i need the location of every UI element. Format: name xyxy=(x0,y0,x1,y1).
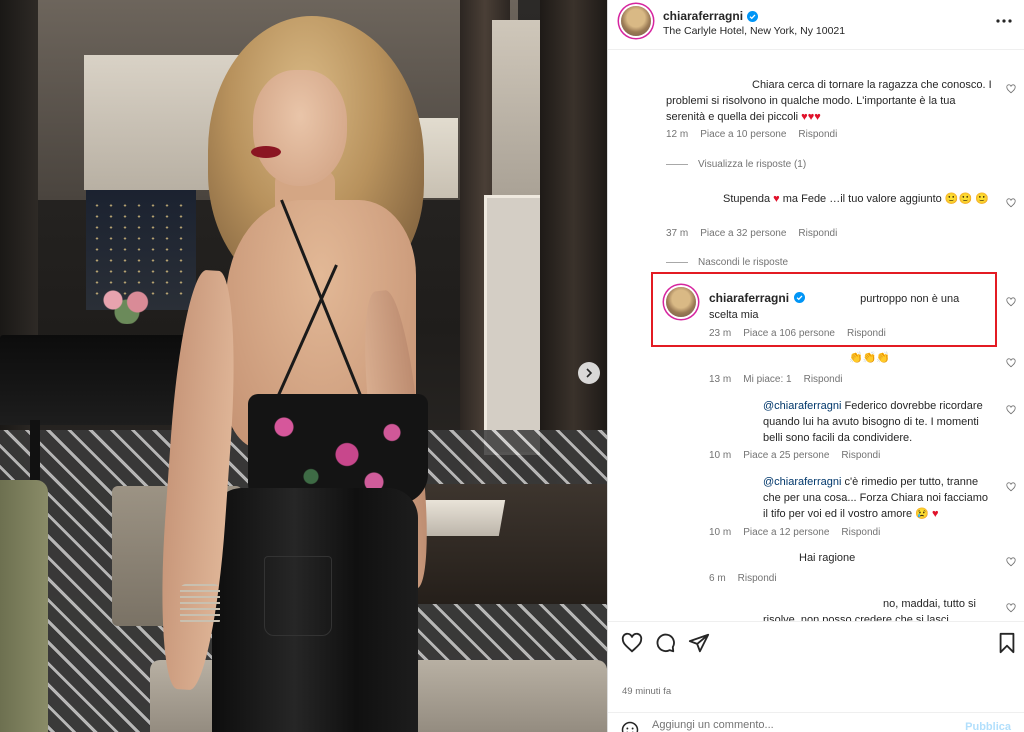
photo-curtain xyxy=(540,0,607,500)
reply-likes[interactable]: Piace a 106 persone xyxy=(743,328,835,339)
emoji: 😢 xyxy=(915,508,929,520)
view-replies-button[interactable]: Visualizza le risposte (1) xyxy=(666,159,806,170)
heart-icon[interactable] xyxy=(1006,405,1016,415)
reply-button[interactable]: Rispondi xyxy=(841,527,880,538)
reply-likes[interactable]: Mi piace: 1 xyxy=(743,374,791,385)
comment-body-cont: ma Fede …il tuo valore aggiunto xyxy=(782,193,942,205)
reply-meta: 13 m Mi piace: 1 Rispondi xyxy=(709,374,843,385)
reply-meta: 23 m Piace a 106 persone Rispondi xyxy=(709,328,886,339)
bookmark-icon[interactable] xyxy=(996,632,1018,654)
hide-replies-label: Nascondi le risposte xyxy=(698,257,789,268)
post-sidebar: chiaraferragni The Carlyle Hotel, New Yo… xyxy=(607,0,1024,732)
reply-button[interactable]: Rispondi xyxy=(798,129,837,140)
photo-sofa xyxy=(0,480,48,732)
reply-text: @chiaraferragni c'è rimedio per tutto, t… xyxy=(763,474,993,522)
post-location[interactable]: The Carlyle Hotel, New York, Ny 10021 xyxy=(663,25,845,37)
header-username-link[interactable]: chiaraferragni xyxy=(663,9,759,23)
heart-emoji: ♥ xyxy=(773,193,780,205)
reply-likes[interactable]: Piace a 12 persone xyxy=(743,527,829,538)
emoji: 🙂🙂 🙂 xyxy=(944,193,989,205)
photo-flowers xyxy=(92,284,162,324)
more-options-icon[interactable] xyxy=(995,12,1013,30)
comment-text: Stupenda ♥ ma Fede …il tuo valore aggiun… xyxy=(666,191,996,207)
comment-time: 12 m xyxy=(666,129,689,140)
reply-text: 👏👏👏 xyxy=(849,352,891,364)
comment-likes[interactable]: Piace a 10 persone xyxy=(700,129,786,140)
comment-meta: 12 m Piace a 10 persone Rispondi xyxy=(666,129,837,140)
comment-meta: 37 m Piace a 32 persone Rispondi xyxy=(666,228,837,239)
post-photo[interactable] xyxy=(0,0,607,732)
heart-icon[interactable] xyxy=(1006,198,1016,208)
verified-badge-icon xyxy=(794,292,806,303)
reply-button[interactable]: Rispondi xyxy=(804,374,843,385)
reply-text: Hai ragione xyxy=(799,552,856,564)
heart-icon[interactable] xyxy=(621,632,643,654)
photo-pocket xyxy=(264,556,332,636)
reply-meta: 6 m Rispondi xyxy=(709,573,777,584)
avatar[interactable] xyxy=(666,287,696,317)
next-photo-button[interactable] xyxy=(578,362,600,384)
reply-button[interactable]: Rispondi xyxy=(841,450,880,461)
heart-icon[interactable] xyxy=(1006,84,1016,94)
heart-icon[interactable] xyxy=(1006,297,1016,307)
photo-bracelets xyxy=(180,584,220,626)
comment-emoji: ♥♥♥ xyxy=(801,111,821,123)
view-replies-label: Visualizza le risposte (1) xyxy=(698,159,807,170)
paper-plane-icon[interactable] xyxy=(688,632,710,654)
heart-icon[interactable] xyxy=(1006,358,1016,368)
emoji-smile-icon[interactable] xyxy=(621,721,639,732)
post-actions xyxy=(608,621,1024,666)
reply-time: 6 m xyxy=(709,573,726,584)
avatar[interactable] xyxy=(621,6,651,36)
divider xyxy=(666,164,688,165)
reply-text: chiaraferragni purtroppo non è una scelt… xyxy=(709,290,979,323)
reply-time: 23 m xyxy=(709,328,732,339)
username[interactable]: chiaraferragni xyxy=(663,9,743,23)
comment-likes[interactable]: Piace a 32 persone xyxy=(700,228,786,239)
heart-emoji: ♥ xyxy=(932,508,939,520)
reply-likes[interactable]: Piace a 25 persone xyxy=(743,450,829,461)
reply-username[interactable]: chiaraferragni xyxy=(709,291,789,305)
heart-icon[interactable] xyxy=(1006,482,1016,492)
reply-button[interactable]: Rispondi xyxy=(798,228,837,239)
comment-text: Chiara cerca di tornare la ragazza che c… xyxy=(666,77,996,125)
reply-time: 10 m xyxy=(709,527,732,538)
reply-button[interactable]: Rispondi xyxy=(847,328,886,339)
reply-time: 10 m xyxy=(709,450,732,461)
reply-time: 13 m xyxy=(709,374,732,385)
divider xyxy=(666,262,688,263)
reply-meta: 10 m Piace a 25 persone Rispondi xyxy=(709,450,880,461)
reply-meta: 10 m Piace a 12 persone Rispondi xyxy=(709,527,880,538)
photo-lips xyxy=(251,146,281,158)
reply-text: @chiaraferragni Federico dovrebbe ricord… xyxy=(763,398,993,446)
comment-body: Chiara cerca di tornare la ragazza che c… xyxy=(666,79,992,123)
heart-icon[interactable] xyxy=(1006,603,1016,613)
mention-link[interactable]: @chiaraferragni xyxy=(763,476,841,488)
publish-button[interactable]: Pubblica xyxy=(965,721,1011,732)
hide-replies-button[interactable]: Nascondi le risposte xyxy=(666,257,788,268)
comments-list[interactable]: Chiara cerca di tornare la ragazza che c… xyxy=(608,51,1024,621)
heart-icon[interactable] xyxy=(1006,557,1016,567)
mention-link[interactable]: @chiaraferragni xyxy=(763,400,841,412)
reply-text: no, maddai, tutto si risolve, non posso … xyxy=(763,598,976,621)
comment-body: Stupenda xyxy=(723,193,771,205)
post-header: chiaraferragni The Carlyle Hotel, New Yo… xyxy=(608,0,1024,50)
photo-face xyxy=(253,70,347,186)
photo-piano-leg xyxy=(30,420,40,480)
chevron-right-icon xyxy=(586,368,593,378)
reply-button[interactable]: Rispondi xyxy=(738,573,777,584)
comment-bubble-icon[interactable] xyxy=(654,632,676,654)
comment-time: 37 m xyxy=(666,228,689,239)
post-time: 49 minuti fa xyxy=(622,686,672,697)
add-comment-bar: Pubblica xyxy=(608,712,1024,732)
verified-badge-icon xyxy=(747,10,759,22)
comment-input[interactable] xyxy=(652,719,952,731)
